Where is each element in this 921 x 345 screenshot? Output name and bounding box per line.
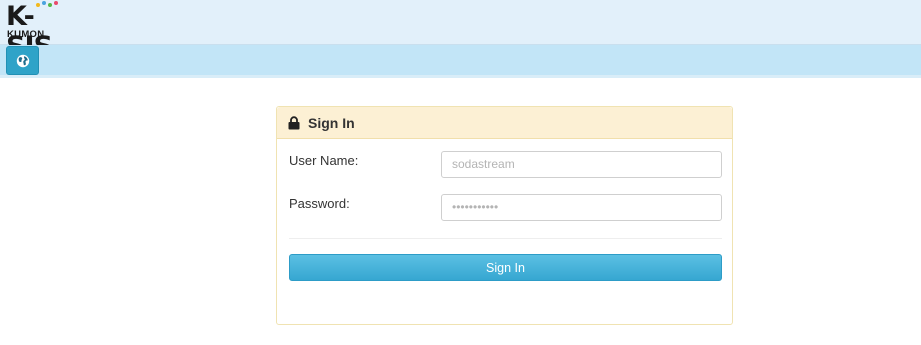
signin-panel-header: Sign In	[277, 107, 732, 139]
password-label: Password:	[289, 196, 350, 211]
top-header: K-SIS KUMON	[0, 0, 921, 62]
password-input[interactable]: •••••••••••	[441, 194, 722, 221]
signin-title: Sign In	[308, 114, 355, 131]
signin-button[interactable]: Sign In	[289, 254, 722, 281]
username-input[interactable]: sodastream	[441, 151, 722, 178]
globe-icon	[16, 54, 29, 67]
kumon-ksis-logo[interactable]: K-SIS KUMON	[6, 1, 62, 62]
form-divider	[289, 238, 722, 239]
signin-panel: Sign In User Name: sodastream Password: …	[276, 106, 733, 325]
lock-icon	[288, 115, 300, 129]
language-globe-button[interactable]	[6, 46, 39, 75]
username-label: User Name:	[289, 153, 359, 168]
nav-bar	[0, 45, 921, 78]
logo-sub-text: KUMON	[7, 29, 45, 40]
